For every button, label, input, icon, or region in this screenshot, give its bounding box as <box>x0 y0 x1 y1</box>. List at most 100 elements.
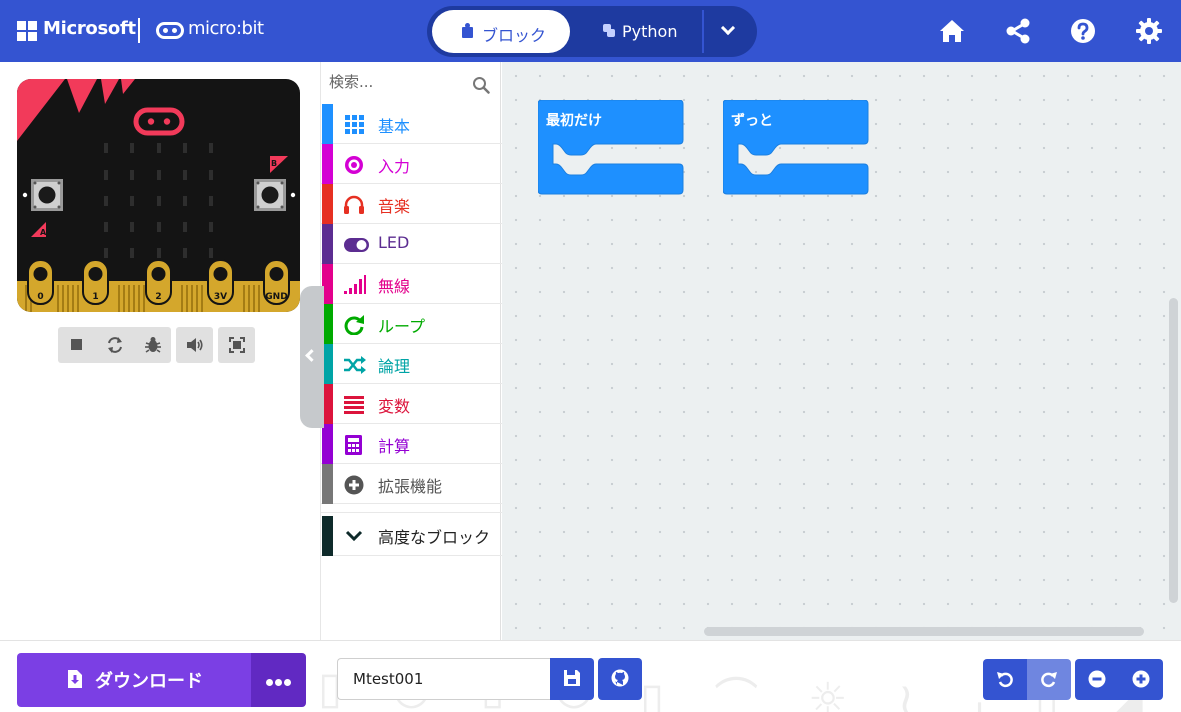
chevron-left-icon <box>305 349 318 362</box>
category-basic[interactable]: 基本 <box>321 104 502 144</box>
pin-0-label: 0 <box>37 292 43 302</box>
shuffle-icon <box>344 356 366 374</box>
toggle-divider <box>702 10 704 53</box>
blocks-workspace[interactable]: 最初だけ ずっと <box>502 62 1181 640</box>
category-music[interactable]: 音楽 <box>321 184 502 224</box>
undo-button[interactable] <box>983 659 1027 700</box>
category-label: 論理 <box>378 357 411 376</box>
chevron-down-icon <box>720 20 736 36</box>
pin-2-label: 2 <box>155 292 161 302</box>
download-icon <box>68 670 82 688</box>
block-label: ずっと <box>731 113 773 129</box>
header: Microsoft micro:bit ブロック Python <box>0 0 1181 62</box>
category-extensions[interactable]: 拡張機能 <box>321 464 502 504</box>
zoom-in-button[interactable] <box>1119 659 1163 700</box>
download-button[interactable]: ダウンロード <box>17 653 251 707</box>
share-icon <box>1006 18 1030 44</box>
category-variables[interactable]: 変数 <box>321 384 502 424</box>
category-label: 拡張機能 <box>378 477 443 496</box>
category-logic[interactable]: 論理 <box>321 344 502 384</box>
pin-1-label: 1 <box>92 292 98 302</box>
editor-mode-toggle: ブロック Python <box>427 6 757 57</box>
calculator-icon <box>345 435 362 455</box>
vertical-scrollbar[interactable] <box>1169 298 1178 603</box>
undo-icon <box>997 672 1013 688</box>
zoom-in-icon <box>1132 670 1150 688</box>
category-input[interactable]: 入力 <box>321 144 502 184</box>
microbit-board: A B 0 1 2 3V GND <box>17 79 300 312</box>
category-color-bar <box>322 144 333 184</box>
restart-icon <box>108 337 122 353</box>
language-menu-button[interactable] <box>707 10 751 53</box>
home-button[interactable] <box>933 13 969 49</box>
button-a-label: A <box>40 228 47 237</box>
grid-icon <box>345 115 364 134</box>
toolbox-search-input[interactable] <box>329 68 469 96</box>
plus-circle-icon <box>344 475 364 495</box>
help-icon <box>1071 19 1095 43</box>
category-label: 音楽 <box>378 197 411 216</box>
brand-divider <box>138 18 140 43</box>
signal-icon <box>344 275 366 294</box>
fullscreen-icon <box>229 337 245 353</box>
refresh-icon <box>344 315 364 335</box>
collapse-simulator-button[interactable] <box>300 286 324 428</box>
category-label: 変数 <box>378 397 411 416</box>
headphones-icon <box>344 195 364 214</box>
search-icon[interactable] <box>472 76 490 94</box>
home-icon <box>940 20 964 42</box>
blocks-mode-label: ブロック <box>482 26 547 45</box>
horizontal-scrollbar[interactable] <box>704 627 1144 636</box>
share-button[interactable] <box>1000 13 1036 49</box>
zoom-out-icon <box>1088 670 1106 688</box>
volume-icon <box>187 338 203 352</box>
zoom-out-button[interactable] <box>1075 659 1119 700</box>
redo-button[interactable] <box>1027 659 1071 700</box>
fullscreen-button[interactable] <box>218 327 255 363</box>
on-start-block[interactable]: 最初だけ <box>537 99 684 195</box>
list-icon <box>344 396 364 414</box>
block-label: 最初だけ <box>546 113 602 129</box>
gear-icon <box>1136 18 1162 44</box>
toggle-icon <box>344 238 369 252</box>
restart-button[interactable] <box>96 327 133 363</box>
pin-gnd-label: GND <box>265 292 287 302</box>
category-label: 計算 <box>378 437 411 456</box>
toolbox: 基本 入力 音楽 LED <box>320 62 502 640</box>
category-label: 高度なブロック <box>378 528 491 547</box>
category-label: 無線 <box>378 277 411 296</box>
github-button[interactable] <box>598 658 642 700</box>
mute-button[interactable] <box>176 327 213 363</box>
footer-toolbar: ▯ ◔ ▯ ◡ ▯ ⌒ ☼ ≀ ⌟ ▯ ◢ ダウンロード <box>0 640 1181 712</box>
save-button[interactable] <box>550 658 594 700</box>
simulator-panel: A B 0 1 2 3V GND <box>0 62 320 640</box>
category-color-bar <box>322 516 333 556</box>
category-advanced[interactable]: 高度なブロック <box>321 512 502 556</box>
category-math[interactable]: 計算 <box>321 424 502 464</box>
category-color-bar <box>322 104 333 144</box>
microsoft-logo-icon <box>17 21 37 41</box>
help-button[interactable] <box>1065 13 1101 49</box>
python-mode-label: Python <box>622 22 678 41</box>
category-radio[interactable]: 無線 <box>321 264 502 304</box>
stop-icon <box>71 339 82 350</box>
save-icon <box>564 670 580 686</box>
puzzle-icon <box>462 23 473 38</box>
debug-button[interactable] <box>134 327 171 363</box>
forever-block[interactable]: ずっと <box>722 99 869 195</box>
microbit-brand: micro:bit <box>188 18 264 39</box>
settings-button[interactable] <box>1131 13 1167 49</box>
redo-icon <box>1041 672 1057 688</box>
category-label: ループ <box>378 317 426 336</box>
microbit-logo-icon <box>156 22 184 39</box>
blocks-mode-button[interactable]: ブロック <box>432 10 570 53</box>
category-label: 入力 <box>378 157 411 176</box>
category-led[interactable]: LED <box>321 224 502 264</box>
makecode-editor: Microsoft micro:bit ブロック Python A B 0 1 … <box>0 0 1181 712</box>
project-name-input[interactable] <box>337 658 550 700</box>
stop-button[interactable] <box>58 327 95 363</box>
category-color-bar <box>322 184 333 224</box>
python-icon <box>602 24 616 38</box>
more-options-button[interactable] <box>251 653 306 707</box>
category-loops[interactable]: ループ <box>321 304 502 344</box>
